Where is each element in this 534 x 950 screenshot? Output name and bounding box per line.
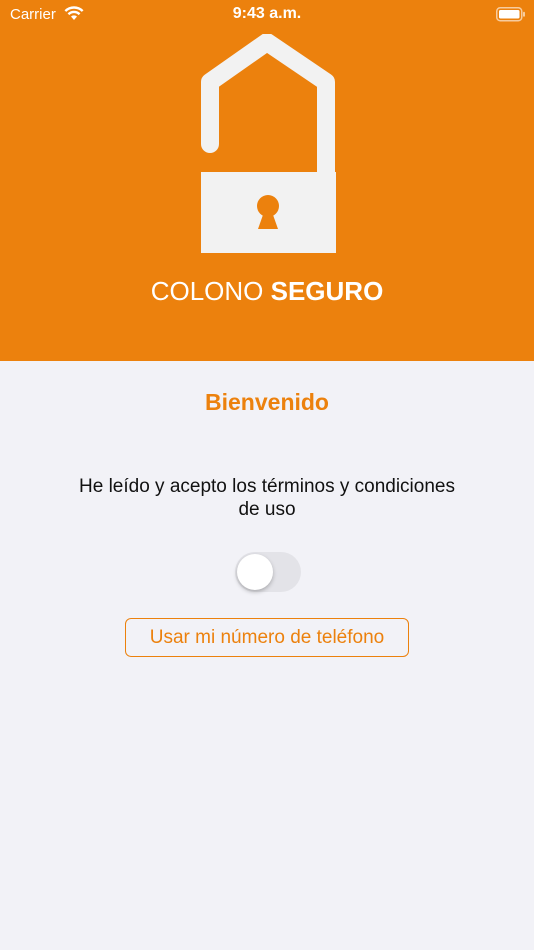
status-time: 9:43 a.m. [232,5,302,22]
battery-icon [496,7,525,22]
terms-text: He leído y acepto los términos y condici… [79,476,455,520]
welcome-title: Bienvenido [205,389,329,415]
open-padlock-icon [201,34,336,253]
toggle-knob [237,554,273,590]
brand-name-light: COLONO [150,276,264,306]
brand-name: COLONO SEGURO [0,276,534,307]
header-banner: Carrier 9:43 a.m. COLONO SEGURO [0,0,534,361]
use-phone-number-button[interactable]: Usar mi número de teléfono [125,618,409,657]
terms-accept-toggle[interactable] [235,552,301,592]
status-bar: Carrier 9:43 a.m. [0,0,534,28]
brand-name-bold: SEGURO [270,276,384,306]
